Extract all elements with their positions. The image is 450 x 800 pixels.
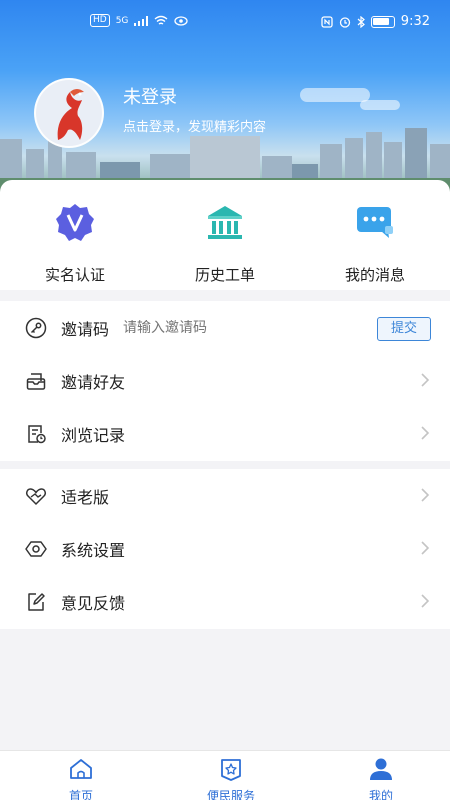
quick-action-label: 历史工单 [194,266,255,284]
menu-item-feedback[interactable]: 意见反馈 [0,575,450,628]
invite-code-label: 邀请码 [61,319,110,339]
menu-item-elderly-mode[interactable]: 适老版 [0,469,450,522]
network-indicator: 5G [115,15,129,26]
menu-item-label: 意见反馈 [61,593,126,613]
profile-name[interactable]: 未登录 [123,83,177,109]
chevron-right-icon [421,594,430,608]
menu-item-label: 适老版 [61,487,110,507]
invite-code-input[interactable] [123,319,324,336]
cloud-decoration [300,88,370,102]
nav-label: 便民服务 [206,789,255,800]
nav-services[interactable]: 便民服务 [191,757,271,800]
invite-code-row: 邀请码 提交 [0,301,450,354]
login-prompt[interactable]: 点击登录，发现精彩内容 [123,116,266,135]
avatar[interactable] [34,78,104,148]
hexagon-settings-icon [25,538,47,560]
menu-item-label: 邀请好友 [61,372,126,392]
chevron-right-icon [421,373,430,387]
menu-item-system-settings[interactable]: 系统设置 [0,522,450,575]
home-icon [70,759,92,779]
quick-action-verify[interactable]: 实名认证 [15,202,135,284]
nav-home[interactable]: 首页 [41,757,121,800]
menu-item-label: 系统设置 [61,540,126,560]
signal-icon [134,15,149,26]
chevron-right-icon [421,541,430,555]
battery-icon [370,15,395,28]
nfc-icon [321,15,333,28]
quick-action-history-orders[interactable]: 历史工单 [165,202,285,284]
verified-badge-icon [56,204,94,241]
wifi-icon [154,15,168,25]
eye-icon [174,15,189,26]
key-icon [25,317,47,339]
service-icon [221,759,241,781]
chevron-right-icon [421,426,430,440]
quick-action-label: 实名认证 [44,266,105,284]
bluetooth-icon [357,15,365,28]
submit-button[interactable]: 提交 [377,317,431,341]
history-doc-icon [25,423,47,445]
bank-building-icon [208,206,242,239]
bottom-navigation: 首页 便民服务 我的 [0,750,450,800]
alarm-icon [339,16,350,28]
menu-group-invite: 邀请码 提交 邀请好友 浏览记录 [0,301,450,461]
quick-action-label: 我的消息 [344,266,405,284]
chevron-right-icon [421,488,430,502]
user-icon [370,758,392,780]
quick-action-messages[interactable]: 我的消息 [315,202,435,284]
hd-indicator: HD [90,14,110,27]
cloud-decoration [360,100,400,110]
menu-item-label: 浏览记录 [61,425,126,445]
nav-mine[interactable]: 我的 [341,757,421,800]
heart-hands-icon [25,485,47,507]
menu-item-invite-friends[interactable]: 邀请好友 [0,354,450,407]
status-bar: HD 5G 9:32 [0,0,450,44]
quick-actions-card: 实名认证 历史工单 我的消息 [0,180,450,290]
edit-icon [25,591,47,613]
menu-item-browse-history[interactable]: 浏览记录 [0,407,450,460]
nav-label: 首页 [68,789,93,800]
status-time: 9:32 [400,14,430,29]
profile-header: HD 5G 9:32 未登录 点击登录，发现精彩内容 [0,0,450,200]
nav-label: 我的 [368,789,393,800]
menu-group-settings: 适老版 系统设置 意见反馈 [0,469,450,629]
chat-bubble-icon [357,207,393,238]
envelope-icon [25,370,47,392]
